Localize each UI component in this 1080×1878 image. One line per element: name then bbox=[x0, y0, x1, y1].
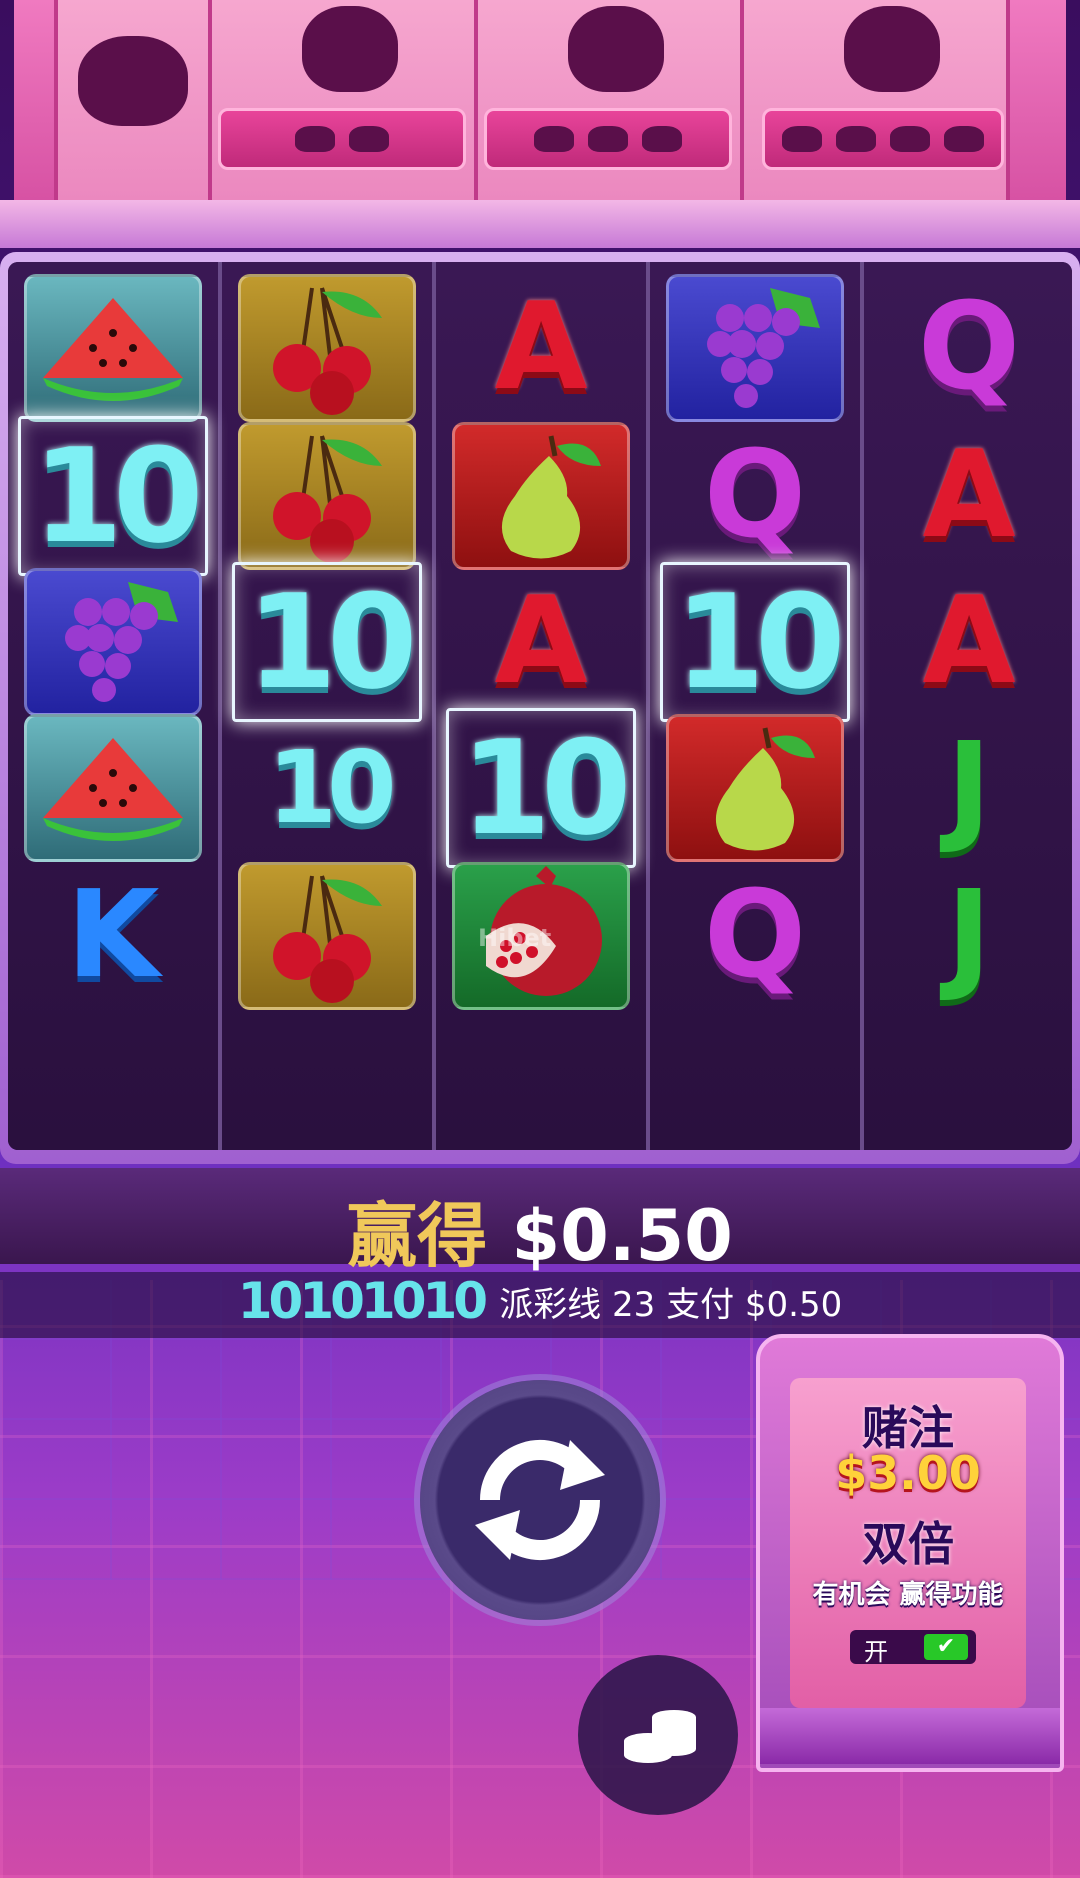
top-slot-4 bbox=[740, 0, 1010, 200]
coins-icon bbox=[624, 1710, 696, 1763]
grapes-icon bbox=[65, 582, 178, 702]
reel-divider bbox=[432, 262, 436, 1150]
top-machine-base bbox=[0, 200, 1080, 248]
symbol-cherries-cell bbox=[232, 268, 422, 428]
payline-info: 10101010 派彩线 23 支付 $0.50 bbox=[0, 1272, 1080, 1338]
hidden-symbol-icon bbox=[302, 6, 398, 92]
ten-symbol-icon: 10 bbox=[32, 420, 204, 572]
multiplier-bar-3 bbox=[484, 108, 732, 170]
multiplier-bar-4 bbox=[762, 108, 1004, 170]
ten-symbol-icon: 10 bbox=[267, 729, 396, 846]
symbol-ten-cell: 10 bbox=[232, 562, 422, 722]
symbol-ten-cell: 10 bbox=[446, 708, 636, 868]
symbol-a-cell: A bbox=[874, 562, 1064, 722]
pear-icon bbox=[501, 435, 601, 559]
win-label: 赢得 bbox=[347, 1195, 488, 1277]
k-symbol-icon: K bbox=[66, 866, 160, 1005]
feature-chance-label: 有机会 赢得功能 bbox=[812, 1580, 1004, 1610]
pear-icon bbox=[715, 727, 815, 851]
hidden-symbol-icon bbox=[78, 36, 188, 126]
bet-panel-base bbox=[760, 1708, 1060, 1764]
symbol-ten-cell: 10 bbox=[660, 562, 850, 722]
win-amount: $0.50 bbox=[511, 1195, 733, 1277]
reel-divider bbox=[860, 262, 864, 1150]
reel-divider bbox=[218, 262, 222, 1150]
ten-symbol-icon: 10 bbox=[460, 712, 632, 864]
hidden-symbol-icon bbox=[844, 6, 940, 92]
symbol-cherries-cell bbox=[232, 856, 422, 1016]
symbol-k-cell: K bbox=[18, 856, 208, 1016]
q-symbol-icon: Q bbox=[703, 866, 806, 1005]
watermark: Hibet bbox=[478, 924, 552, 952]
double-label: 双倍 bbox=[862, 1517, 954, 1571]
spin-button[interactable] bbox=[420, 1380, 660, 1620]
ten-symbol-icon: 10 bbox=[674, 566, 846, 718]
spin-icon bbox=[475, 1440, 605, 1560]
symbol-pear-cell bbox=[660, 708, 850, 868]
bet-panel[interactable]: 赌注 $3.00 双倍 有机会 赢得功能 开 ✔ bbox=[756, 1334, 1064, 1772]
symbol-watermark-cell bbox=[18, 268, 208, 428]
bet-amount: $3.00 bbox=[835, 1446, 981, 1500]
symbol-q-cell: Q bbox=[660, 416, 850, 576]
reels-grid: 10 K 10 10 A A 10 Q 10 Q Q A A J J bbox=[8, 262, 1072, 1150]
symbol-pear-cell bbox=[446, 416, 636, 576]
a-symbol-icon: A bbox=[494, 572, 588, 711]
a-symbol-icon: A bbox=[922, 572, 1016, 711]
j-symbol-icon: J bbox=[946, 866, 992, 1005]
cherries-icon bbox=[273, 435, 382, 563]
payline-symbols: 10101010 bbox=[237, 1272, 488, 1330]
win-display: 赢得 $0.50 bbox=[0, 1180, 1080, 1281]
symbol-q-cell: Q bbox=[874, 268, 1064, 428]
symbol-a-cell: A bbox=[446, 268, 636, 428]
symbol-a-cell: A bbox=[446, 562, 636, 722]
double-toggle[interactable]: 开 ✔ bbox=[850, 1630, 976, 1666]
j-symbol-icon: J bbox=[946, 718, 992, 857]
hidden-symbol-icon bbox=[568, 6, 664, 92]
symbol-j-cell: J bbox=[874, 856, 1064, 1016]
symbol-j-cell: J bbox=[874, 708, 1064, 868]
toggle-label: 开 bbox=[864, 1638, 888, 1666]
top-slot-3 bbox=[474, 0, 744, 200]
multiplier-bar-2 bbox=[218, 108, 466, 170]
check-icon: ✔ bbox=[924, 1634, 968, 1660]
symbol-a-cell: A bbox=[874, 416, 1064, 576]
top-slot-1 bbox=[54, 0, 212, 200]
reel-divider bbox=[646, 262, 650, 1150]
symbol-grapes-cell bbox=[660, 268, 850, 428]
symbol-grapes-cell bbox=[18, 562, 208, 722]
watermelon-icon bbox=[43, 738, 183, 841]
a-symbol-icon: A bbox=[494, 278, 588, 417]
cherries-icon bbox=[273, 875, 382, 1003]
symbol-ten-cell: 10 bbox=[232, 708, 422, 868]
symbol-watermelon-cell bbox=[18, 708, 208, 868]
payline-text: 派彩线 23 支付 $0.50 bbox=[499, 1284, 843, 1325]
top-slot-2 bbox=[208, 0, 478, 200]
grapes-icon bbox=[707, 288, 820, 408]
q-symbol-icon: Q bbox=[917, 278, 1020, 417]
cherries-icon bbox=[273, 287, 382, 415]
ten-symbol-icon: 10 bbox=[246, 566, 418, 718]
symbol-ten-cell: 10 bbox=[18, 416, 208, 576]
symbol-cherries-cell bbox=[232, 416, 422, 576]
a-symbol-icon: A bbox=[922, 426, 1016, 565]
bet-display: 赌注 $3.00 双倍 有机会 赢得功能 开 ✔ bbox=[790, 1378, 1026, 1708]
symbol-q-cell: Q bbox=[660, 856, 850, 1016]
watermelon-icon bbox=[43, 298, 183, 401]
q-symbol-icon: Q bbox=[703, 426, 806, 565]
coin-button[interactable] bbox=[578, 1655, 738, 1815]
